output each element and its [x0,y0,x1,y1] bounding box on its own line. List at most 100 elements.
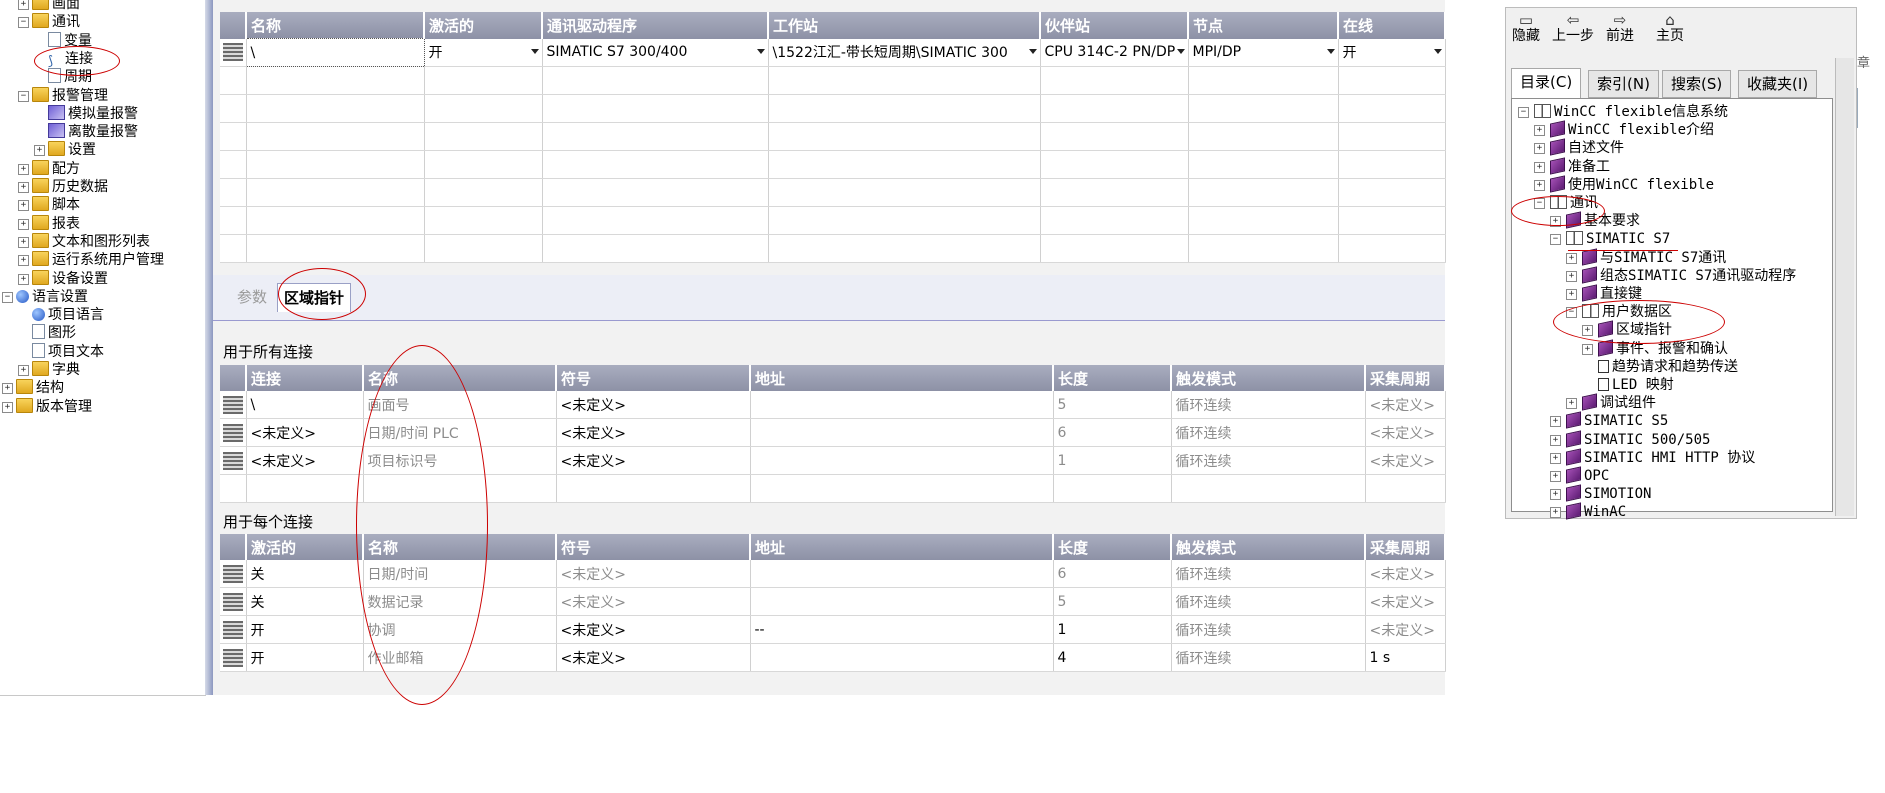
table-cell[interactable] [750,643,1054,672]
table-cell[interactable]: 1 [1053,446,1172,475]
help-topic[interactable]: 准备工 [1550,156,1610,176]
expand-icon[interactable]: + [18,273,29,285]
help-topic[interactable]: 调试组件 [1582,393,1656,412]
col-header[interactable]: 名称 [363,534,557,560]
expand-icon[interactable]: + [18,255,29,267]
expand-icon[interactable]: + [18,0,29,10]
table-cell[interactable] [750,560,1054,588]
table-cell[interactable]: 关 [246,587,364,616]
help-topic[interactable]: LED 映射 [1598,376,1674,394]
tree-item[interactable]: 画面 [32,0,80,13]
back-button[interactable]: ⇦ 上一步 [1552,12,1594,44]
expand-icon[interactable]: + [18,163,29,175]
tab-params[interactable]: 参数 [231,283,273,311]
expand-icon[interactable]: + [1566,252,1577,264]
help-topic[interactable]: 事件、报警和确认 [1598,338,1728,358]
table-cell[interactable]: <未定义> [246,418,364,447]
connection-node-dropdown[interactable]: MPI/DP [1188,38,1339,67]
tree-item[interactable]: 图形 [32,324,76,342]
help-topic[interactable]: 组态SIMATIC S7通讯驱动程序 [1582,266,1796,285]
table-cell[interactable]: 开 [246,615,364,644]
expand-icon[interactable]: + [2,383,13,395]
connection-partner-dropdown[interactable]: CPU 314C-2 PN/DP [1040,38,1189,67]
tree-item[interactable]: 设置 [48,141,96,159]
dropdown-arrow-icon[interactable] [530,48,539,54]
col-header[interactable]: 激活的 [246,534,364,560]
table-row[interactable]: 开作业邮箱 <未定义> 4 循环连续 1 s [220,643,1446,672]
table-cell[interactable]: 5 [1053,587,1172,616]
hide-button[interactable]: ▭ 隐藏 [1512,12,1540,44]
table-row[interactable]: 开协调 <未定义> -- 1 循环连续 <未定义> [220,615,1446,644]
table-cell[interactable]: <未定义> [1365,446,1446,475]
tree-item[interactable]: 模拟量报警 [48,104,138,123]
help-topic[interactable]: 自述文件 [1550,138,1624,157]
expand-icon[interactable]: + [18,236,29,248]
expand-icon[interactable]: + [1566,270,1577,282]
table-cell[interactable]: <未定义> [556,418,751,447]
col-header[interactable]: 长度 [1053,534,1172,560]
help-topic[interactable]: 通讯 [1550,194,1598,212]
table-cell[interactable]: 画面号 [363,391,557,419]
table-cell[interactable]: 循环连续 [1171,446,1366,475]
expand-icon[interactable]: + [1550,416,1561,428]
tree-item[interactable]: 变量 [48,31,92,50]
table-cell[interactable]: 1 [1053,615,1172,644]
col-header[interactable]: 触发模式 [1171,534,1366,560]
table-cell[interactable]: 项目标识号 [363,446,557,475]
help-topic[interactable]: 使用WinCC flexible [1550,175,1714,194]
help-tab-contents[interactable]: 目录(C) [1511,68,1582,99]
col-header[interactable]: 符号 [556,365,751,391]
col-header[interactable]: 地址 [750,534,1054,560]
expand-icon[interactable]: + [18,182,29,193]
table-cell[interactable]: 循环连续 [1171,391,1366,419]
empty-row[interactable] [220,234,1446,263]
table-row[interactable]: 关数据记录 <未定义> 5 循环连续 <未定义> [220,587,1446,616]
table-cell[interactable] [750,446,1054,475]
tree-item[interactable]: 文本和图形列表 [32,232,150,251]
expand-icon[interactable]: + [1582,325,1593,337]
empty-row[interactable] [220,150,1446,179]
row-handle[interactable] [220,587,247,616]
tab-area-pointer[interactable]: 区域指针 [277,283,352,312]
table-cell[interactable]: 关 [246,560,364,588]
expand-icon[interactable]: + [1566,289,1577,300]
expand-icon[interactable]: + [1534,143,1545,155]
collapse-icon[interactable]: − [18,17,29,29]
dropdown-arrow-icon[interactable] [1433,48,1442,54]
expand-icon[interactable]: + [2,401,13,413]
table-cell[interactable]: 循环连续 [1171,560,1366,588]
expand-icon[interactable]: + [1566,398,1577,410]
row-handle[interactable] [220,643,247,672]
col-header-driver[interactable]: 通讯驱动程序 [542,12,769,39]
table-cell[interactable] [750,587,1054,616]
row-handle[interactable] [220,615,247,644]
col-header[interactable]: 采集周期 [1365,534,1446,560]
table-cell[interactable]: 循环连续 [1171,643,1366,672]
row-handle[interactable] [220,418,247,447]
help-topic[interactable]: SIMATIC S5 [1566,411,1668,430]
table-cell[interactable]: 日期/时间 PLC [363,418,557,447]
connection-online-dropdown[interactable]: 开 [1338,38,1446,67]
col-header[interactable]: 符号 [556,534,751,560]
help-topic[interactable]: 与SIMATIC S7通讯 [1582,247,1726,267]
expand-icon[interactable]: + [1550,507,1561,519]
table-cell[interactable]: <未定义> [556,446,751,475]
tree-item[interactable]: ⟆ 连接 [48,50,93,69]
tree-item[interactable]: 版本管理 [16,397,92,416]
dropdown-arrow-icon[interactable] [1176,48,1185,54]
table-cell[interactable]: 循环连续 [1171,418,1366,447]
help-topic[interactable]: SIMATIC 500/505 [1566,429,1710,449]
table-cell[interactable]: <未定义> [1365,560,1446,588]
table-cell[interactable]: 6 [1053,560,1172,588]
help-tab-search[interactable]: 搜索(S) [1662,70,1732,98]
table-row[interactable]: \ 画面号 <未定义> 5 循环连续 <未定义> [220,391,1446,419]
collapse-icon[interactable]: − [2,291,13,303]
table-cell[interactable]: <未定义> [246,446,364,475]
table-cell[interactable]: <未定义> [1365,587,1446,616]
table-cell[interactable]: -- [750,615,1054,644]
row-handle[interactable] [220,391,247,419]
tree-item[interactable]: 周期 [48,68,92,86]
expand-icon[interactable]: + [18,365,29,376]
table-cell[interactable]: 1 s [1365,643,1446,672]
table-cell[interactable]: 协调 [363,615,557,644]
